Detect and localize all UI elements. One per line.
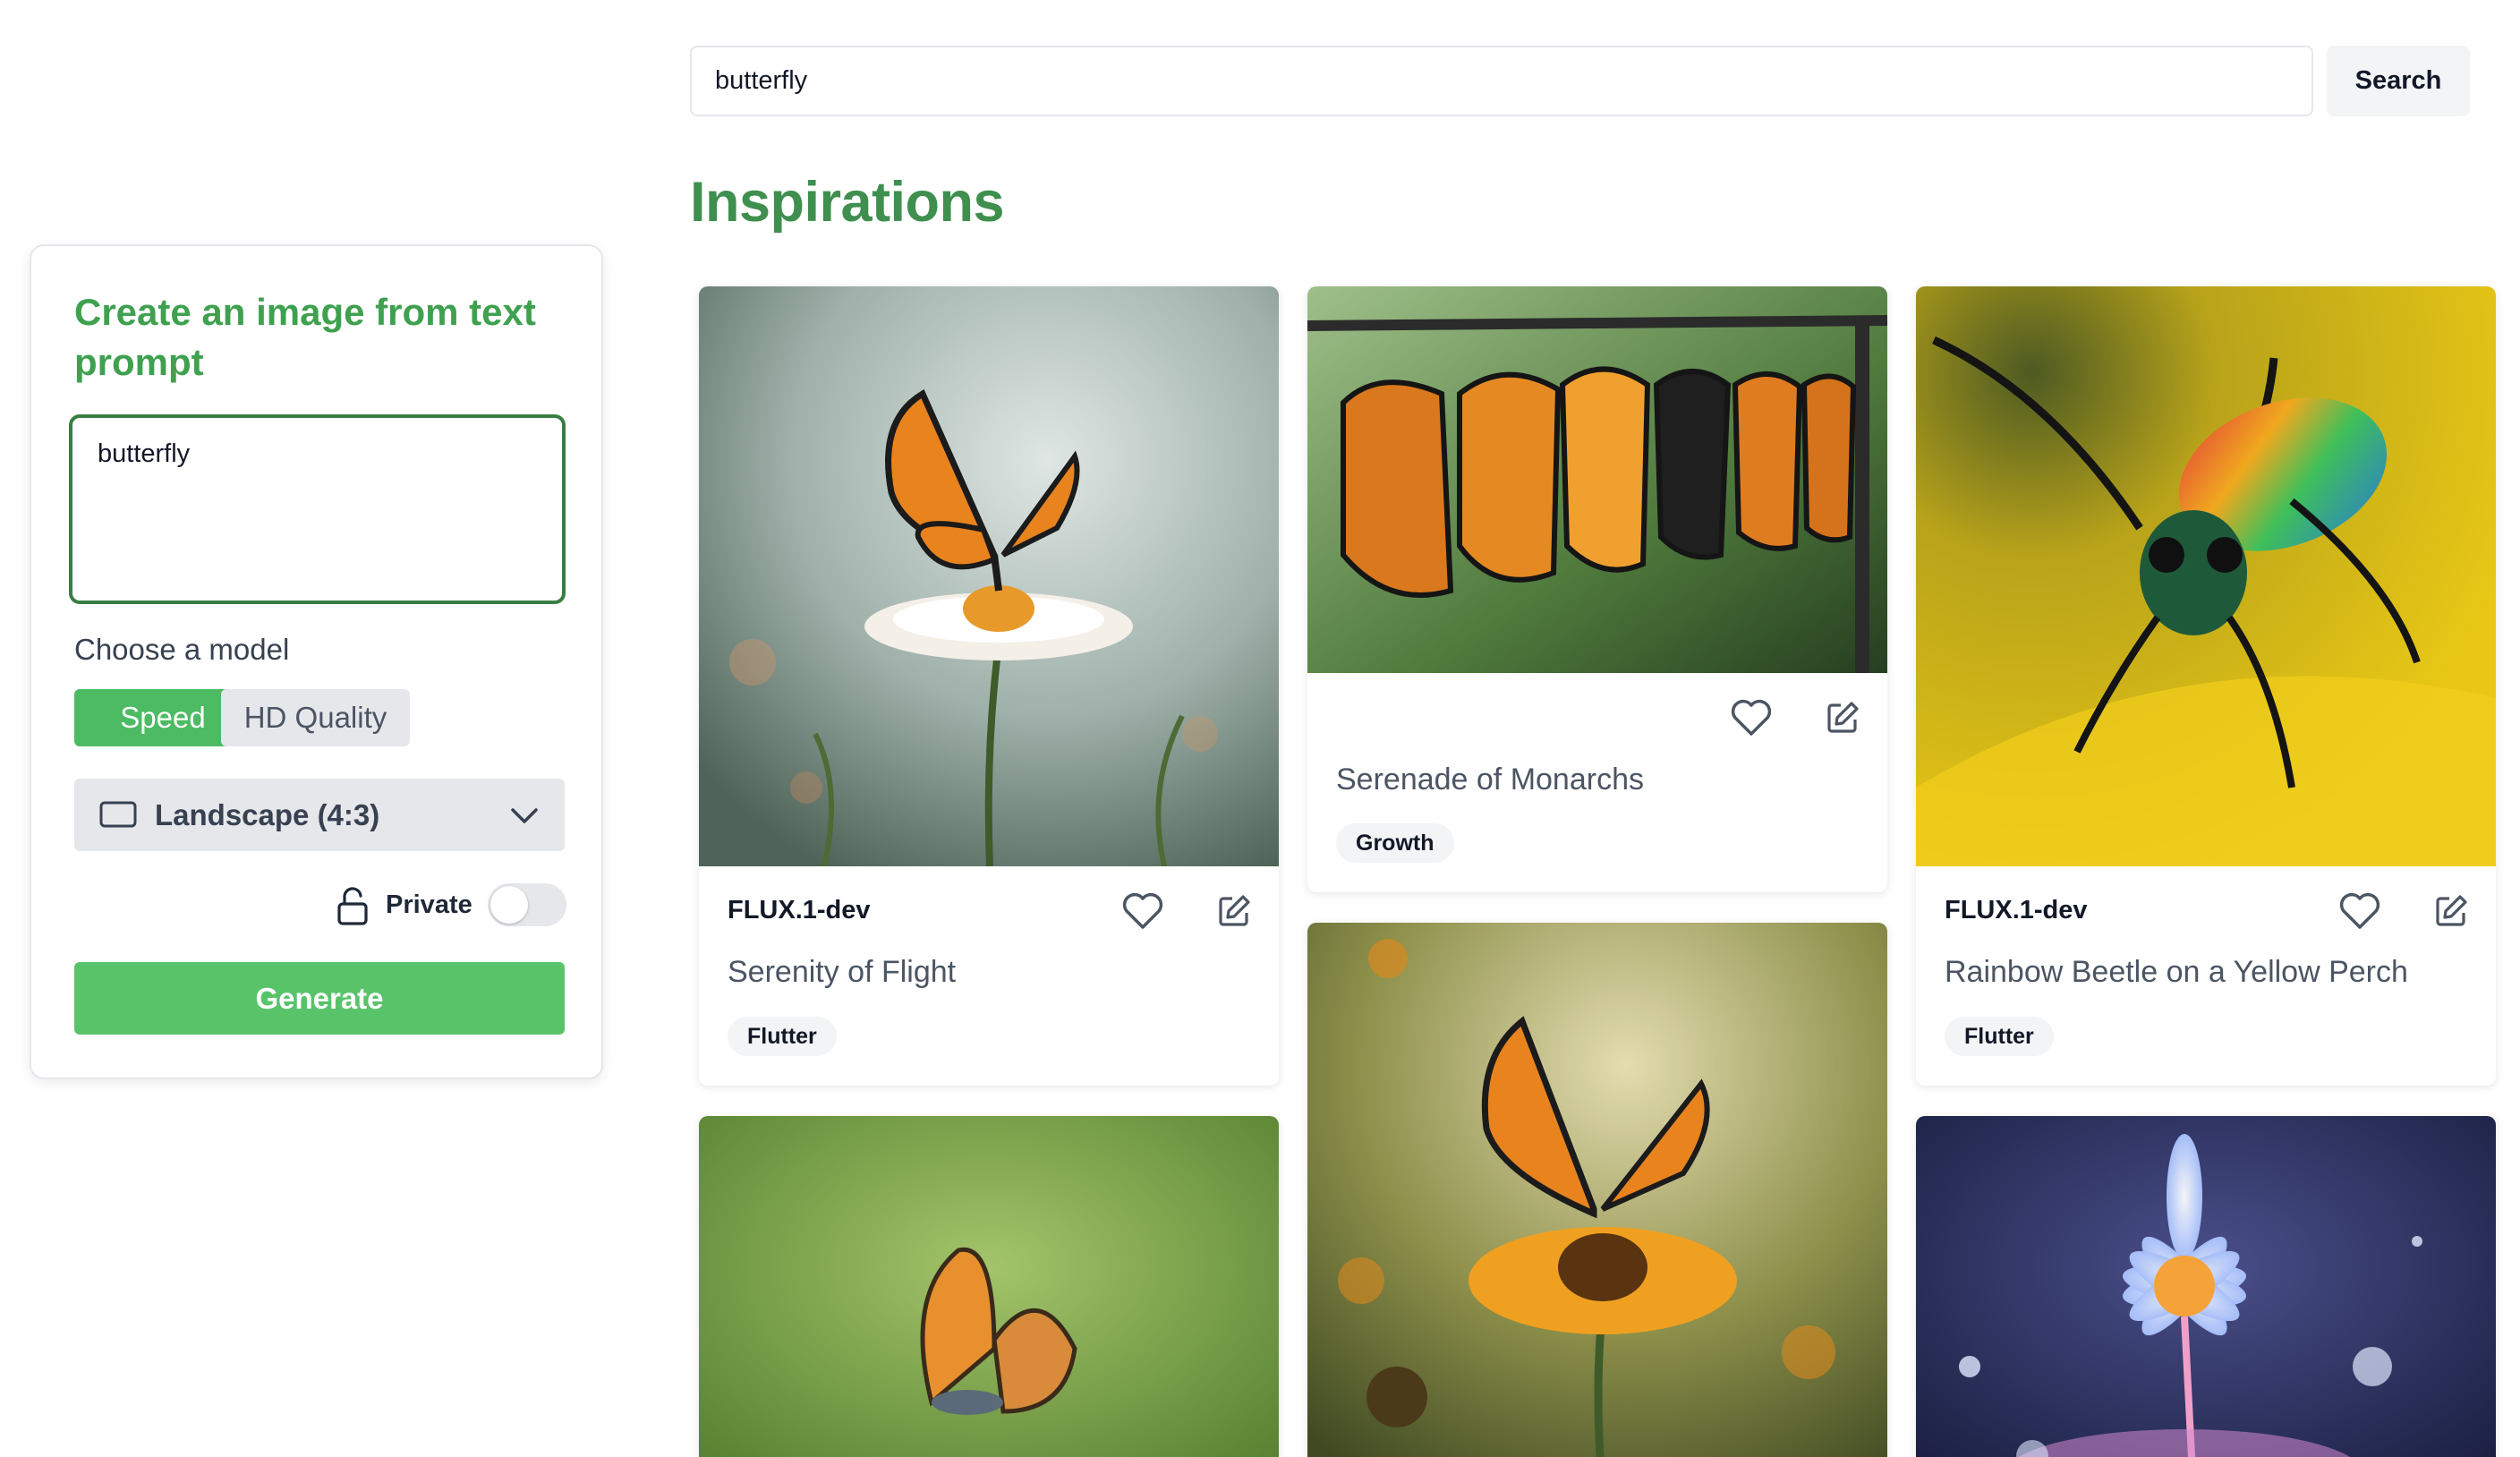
card-image[interactable]	[699, 1116, 1279, 1457]
private-toggle[interactable]	[488, 883, 566, 926]
card-title: Serenade of Monarchs	[1336, 763, 1644, 797]
card-tag[interactable]: Flutter	[728, 1017, 837, 1056]
gallery-card[interactable]	[1307, 923, 1887, 1457]
edit-icon[interactable]	[2433, 893, 2469, 933]
model-hd-quality-button[interactable]: HD Quality	[221, 689, 410, 746]
card-model: FLUX.1-dev	[1945, 896, 2088, 924]
card-image[interactable]	[1307, 923, 1887, 1457]
page-title: Inspirations	[690, 171, 1005, 234]
create-panel: Create an image from text prompt butterf…	[30, 244, 603, 1079]
card-title: Rainbow Beetle on a Yellow Perch	[1945, 955, 2408, 989]
toggle-knob	[490, 886, 528, 924]
gallery-card[interactable]	[1916, 1116, 2496, 1457]
card-title: Serenity of Flight	[728, 955, 957, 989]
edit-icon[interactable]	[1216, 893, 1252, 933]
gallery-card[interactable]: FLUX.1-dev Serenity of Flight Flutter	[699, 286, 1279, 1086]
panel-title: Create an image from text prompt	[74, 291, 536, 383]
heart-icon[interactable]	[1730, 698, 1773, 742]
edit-icon[interactable]	[1825, 700, 1860, 740]
gallery-card[interactable]: Serenade of Monarchs Growth	[1307, 286, 1887, 892]
heart-icon[interactable]	[2338, 891, 2381, 935]
private-label: Private	[386, 890, 472, 919]
search-input[interactable]	[690, 46, 2313, 116]
prompt-input[interactable]: butterfly	[69, 414, 566, 604]
card-model: FLUX.1-dev	[728, 896, 871, 924]
aspect-ratio-label: Landscape (4:3)	[155, 798, 380, 831]
gallery-card[interactable]	[699, 1116, 1279, 1457]
card-tag[interactable]: Flutter	[1945, 1017, 2054, 1056]
landscape-icon	[99, 801, 137, 832]
generate-button[interactable]: Generate	[74, 962, 565, 1035]
gallery-card[interactable]: FLUX.1-dev Rainbow Beetle on a Yellow Pe…	[1916, 286, 2496, 1086]
card-image[interactable]	[1916, 286, 2496, 866]
card-image[interactable]	[1307, 286, 1887, 673]
aspect-ratio-select[interactable]: Landscape (4:3)	[74, 779, 565, 851]
model-label: Choose a model	[74, 633, 290, 666]
chevron-down-icon	[509, 802, 540, 833]
search-button[interactable]: Search	[2327, 46, 2470, 116]
card-image[interactable]	[1916, 1116, 2496, 1457]
card-tag[interactable]: Growth	[1336, 823, 1454, 863]
unlock-icon	[335, 887, 370, 931]
card-image[interactable]	[699, 286, 1279, 866]
heart-icon[interactable]	[1121, 891, 1164, 935]
